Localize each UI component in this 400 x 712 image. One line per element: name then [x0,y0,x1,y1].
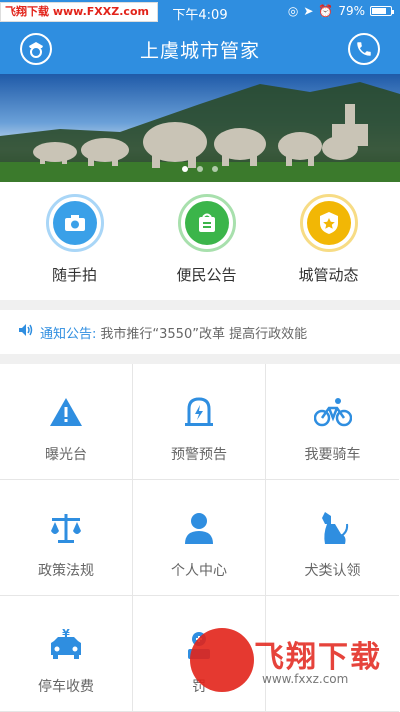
carousel-dots [0,157,400,176]
grid-item-profile[interactable]: 个人中心 [133,480,266,596]
grid-item-label: 停车收费 [38,679,94,695]
bicycle-icon [313,392,353,432]
notice-text[interactable]: 我市推行“3550”改革 提高行政效能 [100,323,307,342]
status-bar: 飞翔下载 www.FXXZ.com 下午4:09 ◎ ➤ ⏰ 79% [0,0,400,24]
grid-item-dog[interactable]: 犬类认领 [266,480,399,596]
alarm-clock-icon: ⏰ [318,4,334,18]
page-title: 上虞城市管家 [139,40,260,62]
battery-text: 79% [338,4,365,18]
grid-item-label: 预警预告 [171,447,227,463]
warning-icon [46,392,86,432]
phone-icon[interactable] [348,33,380,65]
watermark-bottom: 飞翔下载 www.fxxz.com [190,628,390,698]
parking-fee-icon: ¥ [46,624,86,664]
battery-icon [370,6,394,16]
carousel-dot[interactable] [197,166,203,172]
speaker-icon [18,323,34,341]
scales-icon [46,508,86,548]
carousel-dot[interactable] [181,166,188,172]
badge-star-icon [299,194,358,252]
alarm-icon [179,392,219,432]
grid-item-parking[interactable]: ¥ 停车收费 [0,596,133,712]
app-header: 上虞城市管家 [0,24,400,74]
grid-item-label: 我要骑车 [304,447,361,463]
quick-action-label: 城管动态 [298,266,359,284]
dog-icon [313,508,353,548]
location-icon: ➤ [303,4,314,18]
quick-action-label: 随手拍 [51,266,97,284]
grid-item-label: 个人中心 [171,563,227,579]
grid-item-label: 犬类认领 [304,563,361,579]
carousel-dot[interactable] [212,166,219,172]
notice-label: 通知公告: [40,326,97,342]
quick-action-news[interactable]: 城管动态 [262,194,395,285]
lock-rotation-icon: ◎ [287,4,299,18]
grid-item-label: 曝光台 [45,447,87,463]
watermark-url: www.fxxz.com [262,672,349,686]
notice-bag-icon [177,194,236,252]
quick-action-label: 便民公告 [176,266,237,284]
notice-bar[interactable]: 通知公告: 我市推行“3550”改革 提高行政效能 [0,310,400,354]
grid-item-bike[interactable]: 我要骑车 [266,364,399,480]
grid-item-warning[interactable]: 预警预告 [133,364,266,480]
function-grid: 曝光台 预警预告 我要骑车 政策法规 个人中心 犬类认领 ¥ 停车收费 罚 飞翔… [0,364,400,712]
camera-icon [45,194,104,252]
quick-action-notice[interactable]: 便民公告 [140,194,273,285]
banner-carousel[interactable] [0,74,400,182]
grid-item-exposure[interactable]: 曝光台 [0,364,133,480]
status-indicators: ◎ ➤ ⏰ 79% [287,4,394,18]
grid-item-policy[interactable]: 政策法规 [0,480,133,596]
grid-item-label: 政策法规 [38,563,94,579]
quick-action-photo[interactable]: 随手拍 [8,194,141,285]
watermark-title: 飞翔下载 [254,640,382,675]
watermark-logo-icon [190,628,254,692]
quick-actions: 随手拍 便民公告 城管动态 [0,182,400,300]
person-icon [179,508,219,548]
